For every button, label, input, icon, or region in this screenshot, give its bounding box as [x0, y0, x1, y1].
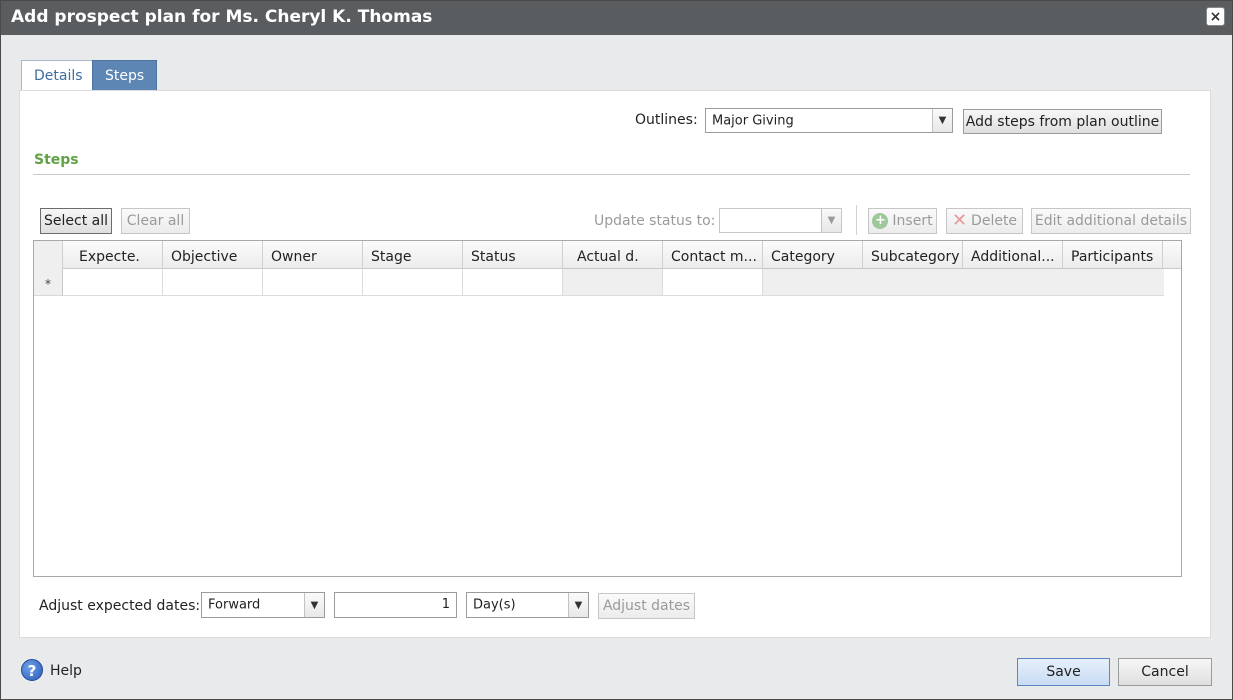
delete-label: Delete	[971, 213, 1018, 229]
add-steps-from-outline-button[interactable]: Add steps from plan outline	[963, 109, 1162, 134]
tab-details[interactable]: Details	[21, 60, 96, 90]
grid-cell-actual-date[interactable]	[563, 269, 663, 296]
outlines-select[interactable]: Major Giving ▼	[705, 108, 953, 133]
grid-cell-stage[interactable]	[363, 269, 463, 296]
toolbar-separator	[856, 205, 857, 235]
chevron-down-icon: ▼	[304, 593, 324, 617]
adjust-unit-select[interactable]: Day(s) ▼	[466, 592, 589, 618]
grid-cell-expected[interactable]	[63, 269, 163, 296]
row-header-corner	[34, 241, 63, 269]
column-header-stage[interactable]: Stage	[363, 241, 463, 269]
grid-cell-status[interactable]	[463, 269, 563, 296]
plus-circle-icon: +	[872, 213, 889, 229]
column-header-owner[interactable]: Owner	[263, 241, 363, 269]
tab-steps[interactable]: Steps	[92, 60, 158, 90]
save-button[interactable]: Save	[1017, 658, 1110, 686]
column-header-objective[interactable]: Objective	[163, 241, 263, 269]
edit-additional-details-button[interactable]: Edit additional details	[1031, 208, 1191, 234]
grid-cell-contact-method[interactable]	[663, 269, 763, 296]
new-row-marker: *	[34, 269, 63, 296]
adjust-direction-value: Forward	[208, 597, 261, 613]
adjust-amount-input[interactable]: 1	[334, 592, 457, 618]
steps-grid[interactable]: Expecte. Objective Owner Stage Status Ac…	[33, 240, 1182, 577]
close-icon: ×	[1209, 8, 1222, 25]
adjust-dates-label: Adjust expected dates:	[39, 598, 201, 614]
close-button[interactable]: ×	[1206, 7, 1225, 26]
adjust-direction-select[interactable]: Forward ▼	[201, 592, 325, 618]
insert-button[interactable]: + Insert	[868, 208, 937, 234]
help-link[interactable]: Help	[50, 663, 82, 679]
outlines-select-value: Major Giving	[712, 113, 794, 128]
dialog-window: Add prospect plan for Ms. Cheryl K. Thom…	[0, 0, 1233, 700]
column-header-participants[interactable]: Participants	[1063, 241, 1163, 269]
select-all-button[interactable]: Select all	[40, 208, 112, 234]
grid-cell-owner[interactable]	[263, 269, 363, 296]
delete-button[interactable]: ✕ Delete	[946, 208, 1023, 234]
column-header-status[interactable]: Status	[463, 241, 563, 269]
steps-section-title: Steps	[34, 152, 79, 168]
column-header-subcategory[interactable]: Subcategory	[863, 241, 963, 269]
insert-label: Insert	[892, 213, 933, 229]
grid-cell-category-participants[interactable]	[763, 269, 1164, 296]
outlines-label: Outlines:	[635, 112, 698, 128]
grid-header: Expecte. Objective Owner Stage Status Ac…	[34, 241, 1181, 269]
adjust-unit-value: Day(s)	[473, 597, 516, 613]
dialog-title: Add prospect plan for Ms. Cheryl K. Thom…	[11, 7, 433, 27]
cancel-button[interactable]: Cancel	[1118, 658, 1212, 686]
question-circle-icon[interactable]: ?	[21, 659, 43, 681]
chevron-down-icon: ▼	[568, 593, 588, 617]
update-status-select[interactable]: ▼	[719, 208, 842, 233]
x-icon: ✕	[951, 210, 968, 231]
clear-all-button[interactable]: Clear all	[121, 208, 190, 234]
column-header-contact-method[interactable]: Contact m...	[663, 241, 763, 269]
column-header-category[interactable]: Category	[763, 241, 863, 269]
adjust-dates-button[interactable]: Adjust dates	[598, 593, 695, 619]
grid-cell-objective[interactable]	[163, 269, 263, 296]
column-header-actual-date[interactable]: Actual d.	[563, 241, 663, 269]
update-status-label: Update status to:	[594, 213, 716, 229]
column-header-additional[interactable]: Additional...	[963, 241, 1063, 269]
column-header-expected[interactable]: Expecte.	[63, 241, 163, 269]
chevron-down-icon: ▼	[932, 109, 952, 132]
title-bar: Add prospect plan for Ms. Cheryl K. Thom…	[1, 1, 1232, 35]
chevron-down-icon: ▼	[821, 209, 841, 232]
section-divider	[33, 174, 1190, 175]
